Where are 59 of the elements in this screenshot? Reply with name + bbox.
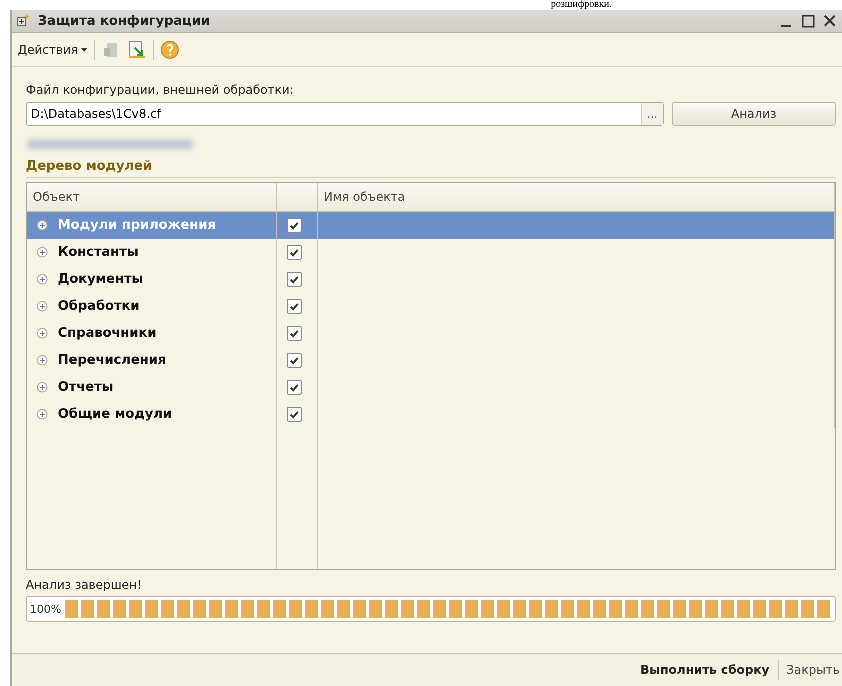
expand-icon[interactable] — [37, 328, 48, 339]
expand-icon[interactable] — [37, 301, 48, 312]
object-name: Константы — [58, 245, 139, 260]
analyze-button[interactable]: Анализ — [672, 102, 836, 126]
object-name: Модули приложения — [58, 218, 216, 233]
background-text: розшифровки. — [551, 0, 612, 10]
progress-reading: 100% — [30, 602, 62, 616]
expand-icon[interactable] — [37, 220, 48, 231]
object-name: Перечисления — [58, 353, 166, 368]
tree-row[interactable]: Справочники — [27, 320, 277, 347]
file-label: Файл конфигурации, внешней обработки: — [26, 83, 295, 97]
tree-row[interactable]: Отчеты — [27, 374, 277, 401]
tree-row[interactable]: Обработки — [27, 293, 277, 320]
check-icon — [290, 410, 299, 418]
maximize-icon[interactable] — [800, 14, 816, 28]
tree-row[interactable]: Перечисления — [27, 347, 277, 374]
expand-icon[interactable] — [37, 382, 48, 393]
caret-icon — [81, 48, 88, 52]
export-icon[interactable] — [127, 40, 148, 60]
browse-button[interactable]: ... — [641, 103, 663, 125]
status-text: Анализ завершен! — [26, 578, 143, 592]
checkbox[interactable] — [287, 353, 302, 368]
tree-row[interactable]: Документы — [27, 266, 277, 293]
column-header: Объект — [27, 183, 277, 212]
object-name: Справочники — [58, 326, 157, 341]
checkbox[interactable] — [287, 272, 302, 287]
check-icon — [290, 222, 299, 230]
actions-menu[interactable]: Действия — [18, 42, 88, 56]
tree-row[interactable]: Общие модули — [27, 401, 277, 428]
section-title: Дерево модулей — [26, 159, 836, 178]
checkbox[interactable] — [287, 245, 302, 260]
column-header: Имя объекта — [318, 183, 835, 212]
object-name: Обработки — [58, 299, 140, 314]
object-name: Документы — [58, 272, 144, 287]
check-icon — [290, 276, 299, 284]
close-button[interactable]: Закрыть — [786, 663, 840, 677]
checkbox[interactable] — [287, 218, 302, 233]
check-icon — [290, 384, 299, 392]
window-title: Защита конфигурации — [38, 14, 212, 28]
expand-icon[interactable] — [37, 274, 48, 285]
object-name: Отчеты — [58, 380, 114, 395]
checkbox[interactable] — [287, 407, 302, 422]
checkbox[interactable] — [287, 299, 302, 314]
file-path-field[interactable]: D:\Databases\1Cv8.cf ... — [26, 102, 664, 126]
checkbox[interactable] — [287, 380, 302, 395]
expand-icon[interactable] — [37, 355, 48, 366]
tree-row[interactable]: Константы — [27, 239, 277, 266]
expand-icon[interactable] — [37, 409, 48, 420]
check-icon — [290, 302, 299, 310]
checkbox[interactable] — [287, 326, 302, 341]
check-icon — [290, 330, 299, 338]
close-icon[interactable] — [822, 15, 838, 27]
build-button[interactable]: Выполнить сборку — [640, 663, 770, 677]
object-name: Общие модули — [58, 407, 172, 422]
expand-icon[interactable] — [37, 247, 48, 258]
check-icon — [290, 356, 299, 364]
help-icon[interactable] — [160, 40, 180, 60]
app-icon — [16, 13, 32, 29]
check-icon — [290, 248, 299, 256]
